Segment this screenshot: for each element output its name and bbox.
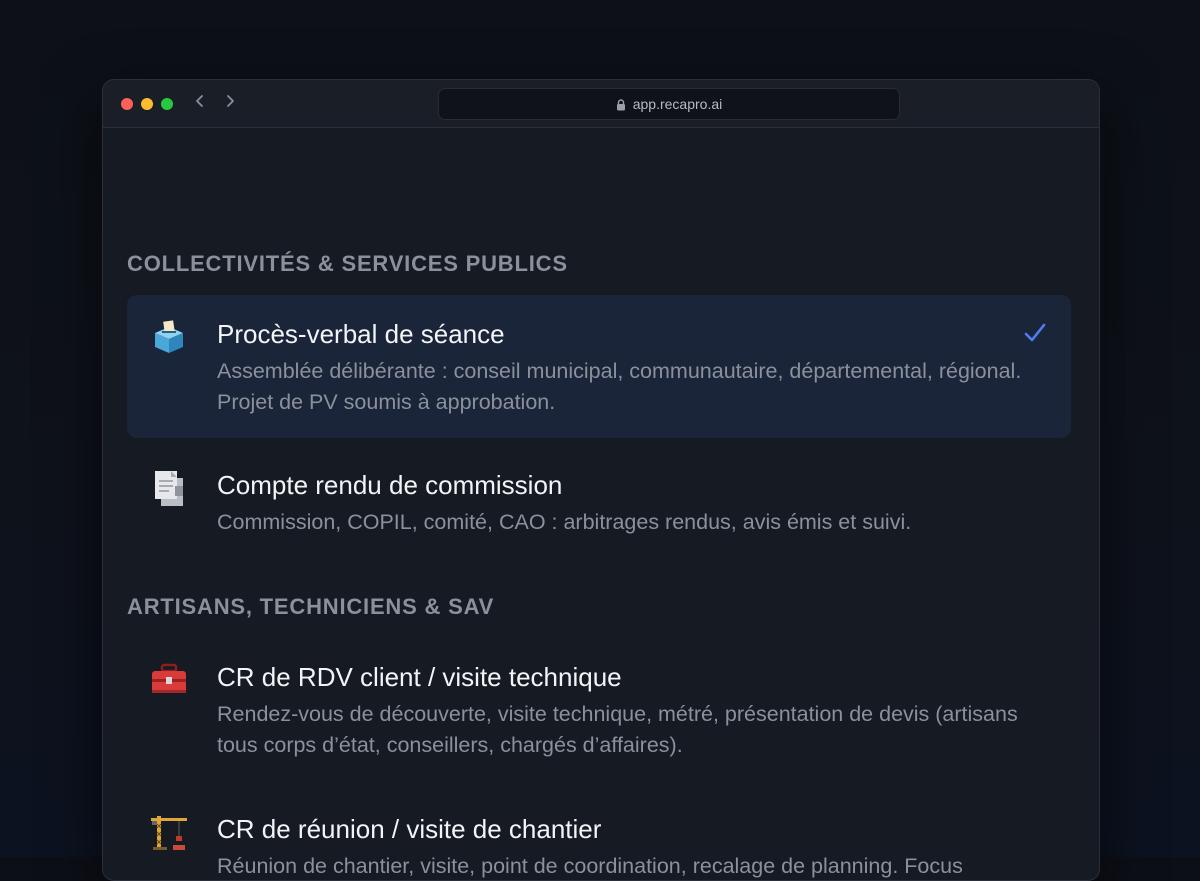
browser-window: app.recapro.ai COLLECTIVITÉS & SERVICES … — [102, 79, 1100, 881]
close-window-button[interactable] — [121, 98, 133, 110]
ballot-box-icon — [149, 317, 189, 357]
back-arrow-icon[interactable] — [191, 93, 209, 113]
option-compte-rendu-commission[interactable]: Compte rendu de commission Commission, C… — [127, 448, 1071, 548]
item-description: Assemblée délibérante : conseil municipa… — [217, 359, 1022, 414]
option-cr-rdv-client[interactable]: CR de RDV client / visite technique Rend… — [127, 640, 1071, 770]
item-title: CR de RDV client / visite technique — [217, 662, 622, 692]
option-proces-verbal[interactable]: Procès-verbal de séance Assemblée délibé… — [127, 295, 1071, 438]
item-title: CR de réunion / visite de chantier — [217, 814, 602, 844]
browser-titlebar: app.recapro.ai — [103, 80, 1099, 128]
option-cr-reunion-chantier[interactable]: CR de réunion / visite de chantier Réuni… — [127, 792, 1071, 880]
address-bar[interactable]: app.recapro.ai — [438, 88, 900, 120]
minimize-window-button[interactable] — [141, 98, 153, 110]
maximize-window-button[interactable] — [161, 98, 173, 110]
toolbox-icon — [149, 660, 189, 700]
item-description: Réunion de chantier, visite, point de co… — [217, 854, 963, 878]
section-title-artisans: ARTISANS, TECHNICIENS & SAV — [127, 594, 495, 619]
checkmark-icon — [1021, 319, 1049, 347]
construction-crane-icon — [149, 812, 189, 852]
item-title: Procès-verbal de séance — [217, 319, 505, 349]
item-description: Commission, COPIL, comité, CAO : arbitra… — [217, 510, 912, 534]
documents-icon — [149, 468, 189, 508]
lock-icon — [616, 98, 626, 111]
page-content: COLLECTIVITÉS & SERVICES PUBLICS Procès-… — [103, 128, 1099, 880]
item-description: Rendez-vous de découverte, visite techni… — [217, 702, 1018, 757]
section-title-collectivites: COLLECTIVITÉS & SERVICES PUBLICS — [127, 251, 568, 276]
item-title: Compte rendu de commission — [217, 470, 563, 500]
forward-arrow-icon[interactable] — [221, 93, 239, 113]
url-text: app.recapro.ai — [632, 96, 723, 112]
